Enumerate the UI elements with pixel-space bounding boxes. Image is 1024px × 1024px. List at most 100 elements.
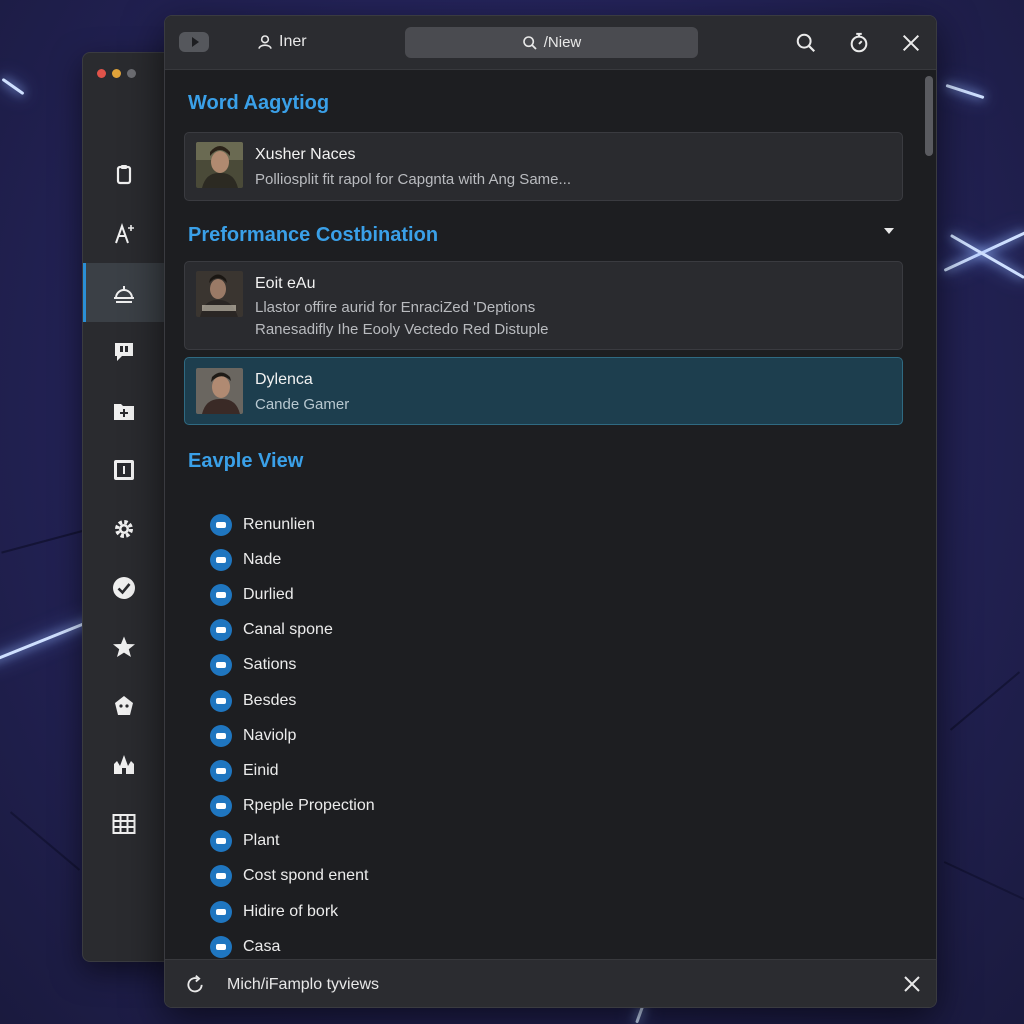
user-icon [258, 35, 272, 49]
badge-icon [115, 695, 133, 715]
search-icon [522, 35, 537, 50]
sidebar-item-star[interactable] [83, 617, 165, 676]
avatar [196, 368, 243, 414]
sidebar-item-grid[interactable] [83, 794, 165, 853]
castle-icon [114, 754, 134, 774]
sidebar-nav [83, 145, 165, 853]
list-item[interactable]: Besdes [210, 683, 375, 718]
mail-icon [210, 654, 232, 677]
lock-icon [210, 689, 232, 712]
avatar [196, 142, 243, 188]
close-icon [902, 34, 920, 52]
gear-icon [115, 519, 133, 538]
search-field[interactable]: /Niew [405, 27, 698, 58]
user-menu[interactable]: Iner [257, 33, 307, 51]
list-item[interactable]: Einid [210, 753, 375, 788]
sidebar-item-check[interactable] [83, 558, 165, 617]
checkmark-icon [113, 576, 135, 599]
list-item-label: Cost spond enent [243, 867, 369, 885]
search-button[interactable] [793, 30, 819, 56]
list-item-label: Naviolp [243, 726, 297, 744]
window-controls [97, 69, 136, 78]
close-button[interactable] [898, 30, 924, 56]
chat-icon [115, 342, 133, 361]
sidebar-item-badge[interactable] [83, 676, 165, 735]
font-icon [115, 222, 134, 243]
minus-icon [210, 548, 232, 571]
minimize-dot[interactable] [112, 69, 121, 78]
circle-icon [210, 724, 232, 747]
refresh-icon[interactable] [185, 974, 205, 994]
sidebar-item-font[interactable] [83, 204, 165, 263]
bottom-bar: Mich/iFamplo tyviews [165, 959, 936, 1007]
section-title-example: Eavple View [188, 450, 304, 472]
card-title: Xusher Naces [255, 146, 356, 163]
word-card[interactable]: Xusher Naces Polliosplit fit rapol for C… [184, 132, 903, 201]
chevron-down-icon[interactable] [884, 228, 894, 234]
close-dot[interactable] [97, 69, 106, 78]
zoom-dot[interactable] [127, 69, 136, 78]
selected-card[interactable]: Dylenca Cande Gamer [184, 357, 903, 425]
phone-icon [210, 583, 232, 606]
list-item-label: Canal spone [243, 621, 333, 639]
clipboard-icon [116, 164, 132, 184]
search-label: /Niew [543, 34, 582, 51]
sidebar-item-castle[interactable] [83, 735, 165, 794]
list-item[interactable]: Casa [210, 929, 375, 959]
list-item-label: Rpeple Propection [243, 797, 375, 815]
user-label: Iner [279, 33, 307, 50]
section-title-word: Word Aagytiog [188, 92, 330, 114]
list-item-label: Plant [243, 832, 280, 850]
section-title-performance: Preformance Costbination [188, 224, 439, 246]
example-list: Renunlien Nade Durlied Canal spone Satio… [210, 507, 375, 959]
dome-icon [114, 285, 134, 303]
content-pane: Word Aagytiog Xusher Naces Polliosplit f… [165, 70, 936, 959]
list-item[interactable]: Sations [210, 648, 375, 683]
folder-plus-icon [114, 403, 134, 420]
sidebar-item-window[interactable] [83, 440, 165, 499]
list-item[interactable]: Cost spond enent [210, 859, 375, 894]
sidebar-item-clipboard[interactable] [83, 145, 165, 204]
sidebar-item-folder-plus[interactable] [83, 381, 165, 440]
list-item[interactable]: Hidire of bork [210, 894, 375, 929]
performance-card[interactable]: Eoit eAu Llastor offire aurid for Enraci… [184, 261, 903, 350]
card-line-1: Cande Gamer [255, 396, 350, 413]
card-title: Dylenca [255, 371, 313, 388]
search-icon [796, 33, 816, 53]
card-title: Eoit eAu [255, 275, 316, 292]
list-item[interactable]: Canal spone [210, 613, 375, 648]
list-item[interactable]: Rpeple Propection [210, 789, 375, 824]
home-icon [210, 935, 232, 958]
sidebar-item-chat[interactable] [83, 322, 165, 381]
list-item[interactable]: Plant [210, 824, 375, 859]
timer-button[interactable] [846, 30, 872, 56]
list-item-label: Durlied [243, 585, 294, 603]
card-subtitle: Polliosplit fit rapol for Capgnta with A… [255, 171, 571, 188]
list-item-label: Casa [243, 937, 281, 955]
title-bar: Iner /Niew [165, 16, 936, 70]
hook-icon [210, 759, 232, 782]
bottom-bar-label: Mich/iFamplo tyviews [227, 976, 380, 993]
stopwatch-icon [850, 32, 868, 53]
list-item-label: Besdes [243, 691, 297, 709]
sidebar-item-settings[interactable] [83, 499, 165, 558]
list-item[interactable]: Renunlien [210, 507, 375, 542]
sidebar-toggle-button[interactable] [179, 32, 209, 52]
avatar [196, 271, 243, 317]
list-item-label: Nade [243, 550, 282, 568]
list-item-label: Hidire of bork [243, 902, 339, 920]
list-item[interactable]: Nade [210, 542, 375, 577]
refresh-icon [210, 513, 232, 536]
window-icon [114, 459, 134, 480]
card-icon [210, 619, 232, 642]
list-item-label: Sations [243, 656, 297, 674]
list-item[interactable]: Durlied [210, 577, 375, 612]
eye-icon [210, 900, 232, 923]
card-line-2: Ranesadifly Ihe Eooly Vectedo Red Distup… [255, 321, 549, 338]
close-icon[interactable] [900, 972, 924, 996]
scrollbar[interactable] [925, 76, 933, 156]
sidebar-item-dome[interactable] [83, 263, 165, 322]
star-icon [113, 636, 135, 657]
clock-icon [210, 795, 232, 818]
list-item[interactable]: Naviolp [210, 718, 375, 753]
